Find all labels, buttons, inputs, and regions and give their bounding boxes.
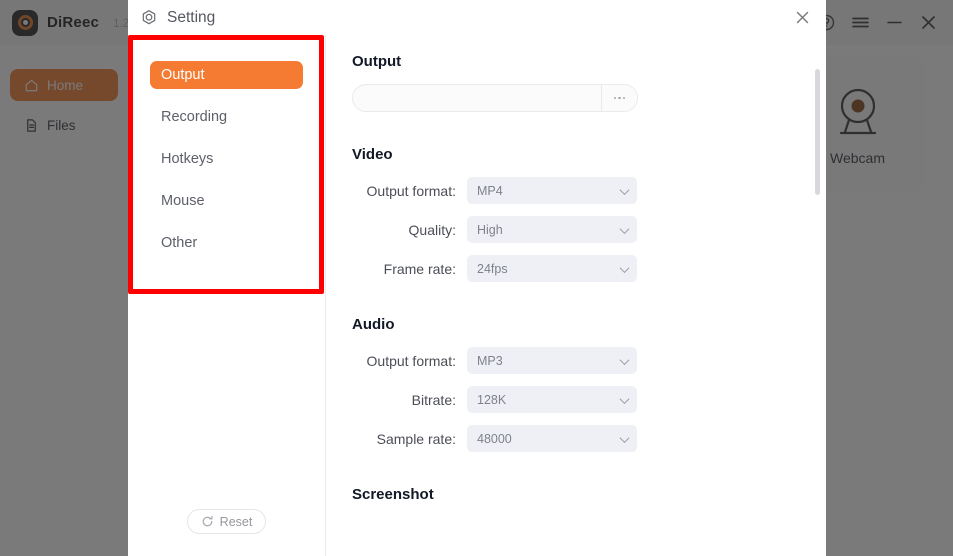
section-title-audio: Audio <box>352 316 798 333</box>
chevron-down-icon <box>620 224 630 234</box>
setting-nav-item-other-label: Other <box>161 235 197 251</box>
field-video-output-format: Output format: MP4 <box>352 177 798 204</box>
setting-nav-item-mouse-label: Mouse <box>161 193 205 209</box>
field-audio-bitrate: Bitrate: 128K <box>352 386 798 413</box>
chevron-down-icon <box>620 433 630 443</box>
setting-nav-item-hotkeys[interactable]: Hotkeys <box>150 145 303 173</box>
setting-nav-list: Output Recording Hotkeys Mouse Other <box>128 35 326 556</box>
select-audio-bitrate-value: 128K <box>477 393 506 407</box>
field-audio-output-format-label: Output format: <box>352 353 467 369</box>
chevron-down-icon <box>620 185 630 195</box>
field-video-quality-label: Quality: <box>352 222 467 238</box>
field-video-frame-rate: Frame rate: 24fps <box>352 255 798 282</box>
output-path-row <box>352 84 798 112</box>
setting-panel: Output Video Output format: MP4 Qual <box>326 35 826 556</box>
field-video-output-format-label: Output format: <box>352 183 467 199</box>
field-video-frame-rate-label: Frame rate: <box>352 261 467 277</box>
setting-nav-item-hotkeys-label: Hotkeys <box>161 151 213 167</box>
setting-dialog: Setting Output Recording Hotkeys Mouse O… <box>128 0 826 556</box>
select-video-frame-rate[interactable]: 24fps <box>467 255 637 282</box>
field-audio-sample-rate: Sample rate: 48000 <box>352 425 798 452</box>
select-audio-output-format-value: MP3 <box>477 354 503 368</box>
setting-close-icon[interactable] <box>790 6 814 30</box>
select-audio-sample-rate-value: 48000 <box>477 432 512 446</box>
select-video-quality[interactable]: High <box>467 216 637 243</box>
select-audio-output-format[interactable]: MP3 <box>467 347 637 374</box>
select-video-quality-value: High <box>477 223 503 237</box>
gear-icon <box>140 9 158 27</box>
chevron-down-icon <box>620 263 630 273</box>
select-video-output-format-value: MP4 <box>477 184 503 198</box>
reset-row: Reset <box>128 509 325 534</box>
select-video-frame-rate-value: 24fps <box>477 262 508 276</box>
field-audio-sample-rate-label: Sample rate: <box>352 431 467 447</box>
setting-dialog-header: Setting <box>128 0 826 35</box>
reset-button[interactable]: Reset <box>187 509 267 534</box>
setting-nav-item-output-label: Output <box>161 67 205 83</box>
setting-dialog-title: Setting <box>167 9 215 27</box>
field-audio-bitrate-label: Bitrate: <box>352 392 467 408</box>
field-audio-output-format: Output format: MP3 <box>352 347 798 374</box>
chevron-down-icon <box>620 394 630 404</box>
section-title-output: Output <box>352 53 798 70</box>
select-video-output-format[interactable]: MP4 <box>467 177 637 204</box>
ellipsis-icon[interactable] <box>601 85 637 111</box>
panel-scrollbar[interactable] <box>815 69 820 195</box>
reset-button-label: Reset <box>220 515 253 529</box>
output-path-input[interactable] <box>353 85 601 111</box>
setting-nav-item-recording-label: Recording <box>161 109 227 125</box>
chevron-down-icon <box>620 355 630 365</box>
setting-dialog-body: Output Recording Hotkeys Mouse Other <box>128 35 826 556</box>
select-audio-sample-rate[interactable]: 48000 <box>467 425 637 452</box>
setting-nav-item-recording[interactable]: Recording <box>150 103 303 131</box>
select-audio-bitrate[interactable]: 128K <box>467 386 637 413</box>
setting-nav-item-other[interactable]: Other <box>150 229 303 257</box>
output-path-field[interactable] <box>352 84 638 112</box>
section-title-video: Video <box>352 146 798 163</box>
setting-nav-item-output[interactable]: Output <box>150 61 303 89</box>
setting-dialog-title-group: Setting <box>140 9 215 27</box>
refresh-icon <box>201 515 214 528</box>
field-video-quality: Quality: High <box>352 216 798 243</box>
setting-nav-item-mouse[interactable]: Mouse <box>150 187 303 215</box>
section-title-screenshot: Screenshot <box>352 486 798 503</box>
